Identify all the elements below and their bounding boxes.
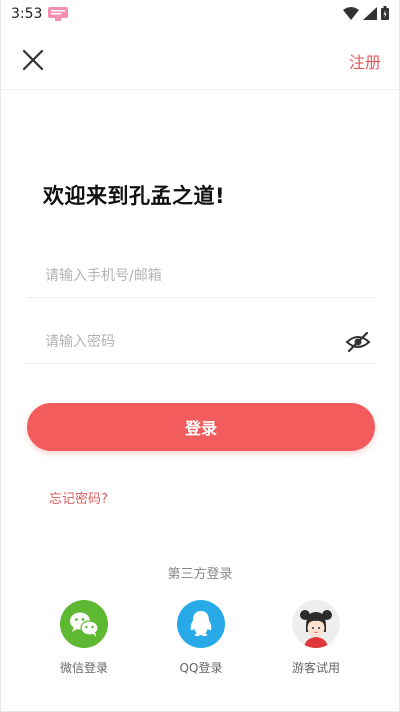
password-field [27,320,375,364]
login-screen: 3:53 注册 欢迎来到孔孟之道! 请输入手机号/邮箱 登录 忘记密码? 第三方… [0,0,400,712]
wechat-login-button[interactable]: 微信登录 [39,600,129,676]
forgot-password-link[interactable]: 忘记密码? [49,488,108,507]
password-input[interactable] [27,320,375,363]
notification-icon [48,7,68,21]
qq-icon [177,600,225,648]
signal-icon [363,6,377,20]
wechat-icon [60,600,108,648]
third-party-login-title: 第三方登录 [167,567,233,582]
qq-login-label: QQ登录 [179,661,223,675]
phone-email-input[interactable] [27,254,375,297]
status-bar: 3:53 [1,0,399,30]
login-button[interactable]: 登录 [27,403,375,451]
close-icon[interactable] [19,46,47,74]
status-icons [343,6,389,20]
guest-trial-label: 游客试用 [291,661,340,675]
qq-login-button[interactable]: QQ登录 [156,600,246,676]
top-bar: 注册 [1,30,399,90]
wechat-login-label: 微信登录 [59,661,108,675]
status-time: 3:53 [11,6,43,22]
guest-trial-button[interactable]: 游客试用 [271,600,361,676]
eye-off-icon[interactable] [345,331,371,353]
wifi-icon [343,6,359,20]
register-link[interactable]: 注册 [349,49,381,73]
guest-avatar-icon [292,600,340,648]
welcome-title: 欢迎来到孔孟之道! [43,184,226,208]
phone-email-field [27,254,375,298]
battery-icon [381,6,389,20]
